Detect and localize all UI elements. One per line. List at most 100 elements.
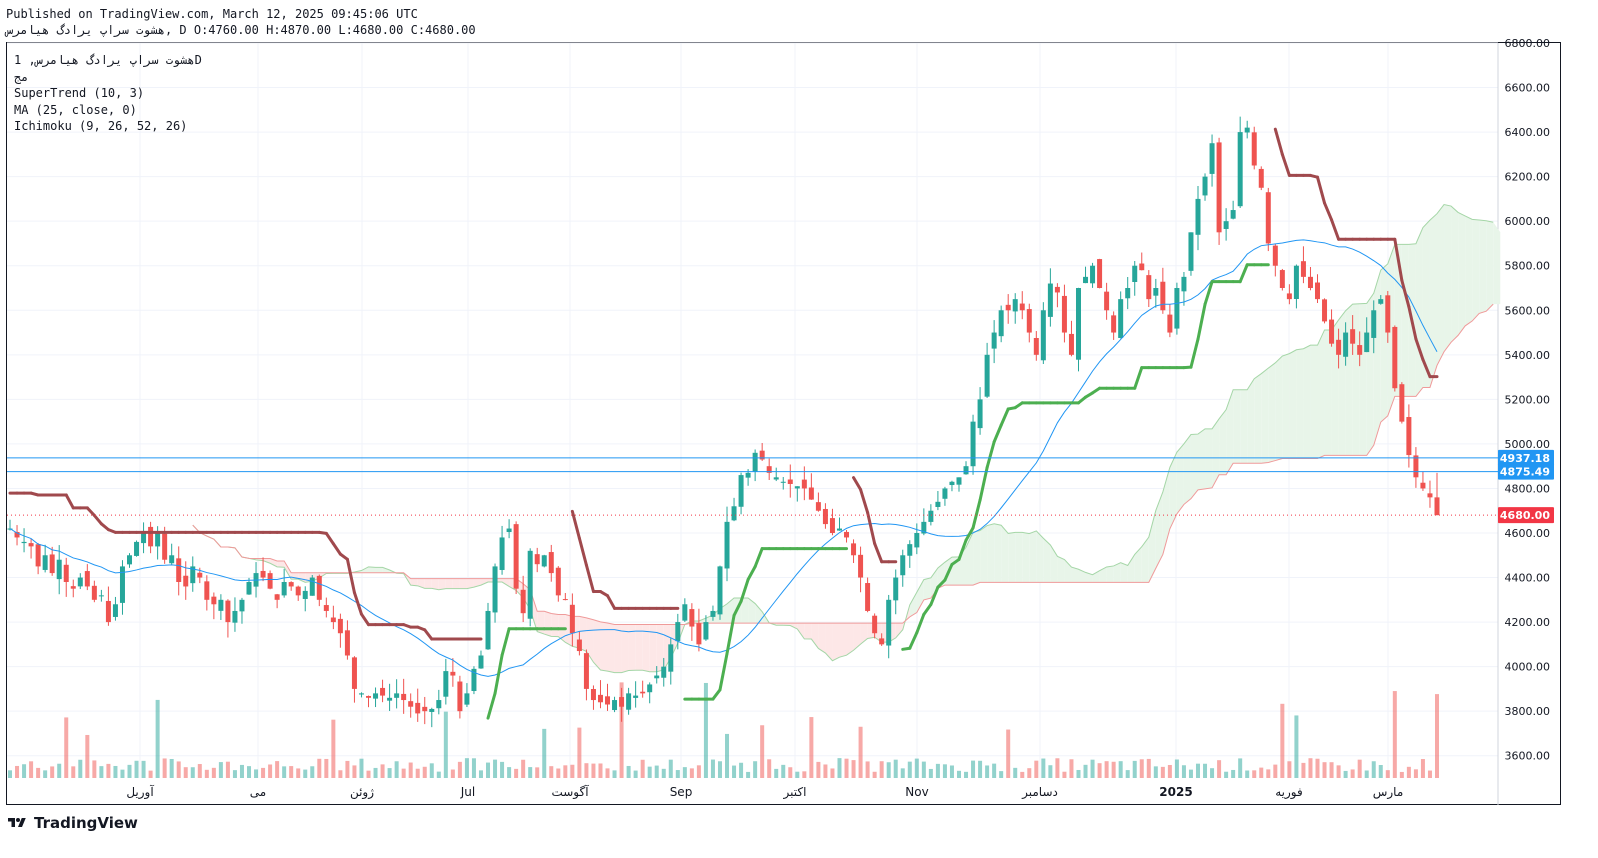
candle-body: [1118, 299, 1124, 338]
candle-body: [148, 526, 154, 547]
ichimoku-cloud-segment: [923, 577, 931, 600]
volume-bar: [268, 764, 273, 778]
x-tick-label: ژوئن: [350, 785, 374, 800]
volume-bar: [148, 770, 153, 778]
candle-body: [1251, 132, 1257, 166]
legend-ma[interactable]: MA (25, close, 0): [14, 102, 202, 119]
candle-body: [169, 555, 175, 564]
ichimoku-cloud-segment: [1352, 303, 1360, 456]
candle-body: [1181, 276, 1187, 292]
volume-bar: [204, 769, 209, 778]
volume-bar: [795, 771, 800, 778]
volume-bar: [197, 764, 202, 778]
volume-bar: [1357, 759, 1362, 778]
volume-bar: [556, 768, 561, 778]
legend-ichimoku[interactable]: Ichimoku (9, 26, 52, 26): [14, 118, 202, 135]
candle-body: [668, 644, 674, 672]
volume-bar: [893, 759, 898, 778]
ichimoku-cloud-segment: [593, 619, 601, 671]
ichimoku-cloud-segment: [1472, 219, 1480, 322]
volume-bar: [134, 760, 139, 778]
candle-body: [1300, 261, 1306, 277]
volume-bar: [1104, 761, 1109, 778]
candle-body: [724, 521, 730, 569]
candle-body: [98, 595, 104, 597]
candle-body: [640, 691, 646, 694]
volume-bar: [992, 763, 997, 778]
candle-body: [267, 573, 273, 589]
candle-body: [1083, 276, 1089, 284]
ichimoku-cloud-segment: [1486, 220, 1494, 312]
candle-body: [844, 531, 850, 538]
volume-bar: [1224, 771, 1229, 778]
candle-body: [155, 533, 161, 547]
ichimoku-cloud-segment: [656, 624, 664, 672]
candle-body: [91, 585, 97, 600]
volume-bar: [331, 719, 336, 778]
candle-body: [492, 566, 498, 613]
candle-body: [998, 310, 1004, 337]
candle-body: [1307, 276, 1313, 288]
candle-body: [1392, 326, 1398, 389]
volume-bar: [521, 759, 526, 778]
candle-body: [780, 481, 786, 483]
candle-body: [380, 687, 386, 696]
supertrend-segment: [753, 547, 764, 569]
candle-body: [851, 543, 857, 556]
y-tick-label: 5200.00: [1505, 393, 1551, 406]
volume-bar: [500, 761, 505, 778]
ichimoku-cloud-segment: [1205, 428, 1213, 489]
ichimoku-cloud-segment: [846, 623, 854, 656]
candle-body: [1258, 168, 1264, 188]
candle-body: [949, 481, 955, 486]
candle-body: [977, 399, 983, 429]
volume-bar: [1406, 766, 1411, 778]
candle-body: [710, 610, 716, 617]
volume-bar: [647, 766, 652, 778]
candle-body: [1378, 299, 1384, 304]
volume-bar: [190, 767, 195, 778]
ichimoku-cloud-segment: [607, 622, 615, 673]
ichimoku-cloud-segment: [1183, 434, 1191, 505]
supertrend-segment: [859, 488, 870, 515]
ichimoku-cloud-segment: [1493, 222, 1501, 305]
volume-bar: [1160, 766, 1165, 778]
y-tick-label: 4200.00: [1505, 616, 1551, 629]
candle-body: [675, 622, 681, 642]
y-tick-label: 6200.00: [1505, 171, 1551, 184]
candle-body: [1420, 482, 1426, 489]
volume-bar: [1013, 767, 1018, 778]
x-tick-label: می: [250, 785, 266, 799]
volume-bar: [900, 768, 905, 778]
candle-body: [900, 555, 906, 576]
volume-bar: [626, 765, 631, 778]
ichimoku-cloud-segment: [1134, 546, 1142, 583]
ichimoku-cloud-segment: [1219, 409, 1227, 475]
volume-bar: [43, 770, 48, 778]
ichimoku-cloud-segment: [839, 623, 847, 658]
volume-bar: [282, 766, 287, 778]
volume-bar: [450, 769, 455, 778]
candle-body: [513, 524, 519, 589]
candle-body: [738, 475, 744, 507]
volume-bar: [978, 760, 983, 778]
volume-bar: [577, 727, 582, 778]
candle-body: [562, 599, 568, 601]
ichimoku-cloud-segment: [1317, 329, 1325, 459]
y-tick-label: 5000.00: [1505, 438, 1551, 451]
supertrend-segment: [500, 627, 511, 657]
candle-body: [1054, 286, 1060, 293]
volume-bar: [99, 766, 104, 778]
candle-body: [49, 554, 55, 574]
volume-bar: [1371, 761, 1376, 778]
candle-body: [1329, 319, 1335, 344]
volume-bar: [865, 761, 870, 778]
ichimoku-cloud-segment: [445, 578, 453, 589]
price-chart[interactable]: 6800.00 6600.00 6400.00 6200.00 6000.00 5800.…: [0, 0, 1598, 858]
volume-bar: [303, 769, 308, 778]
volume-bar: [211, 767, 216, 778]
ichimoku-cloud-segment: [1275, 356, 1283, 461]
legend-supertrend[interactable]: SuperTrend (10, 3): [14, 85, 202, 102]
tradingview-logo[interactable]: TradingView: [6, 814, 138, 832]
candle-body: [886, 599, 892, 646]
